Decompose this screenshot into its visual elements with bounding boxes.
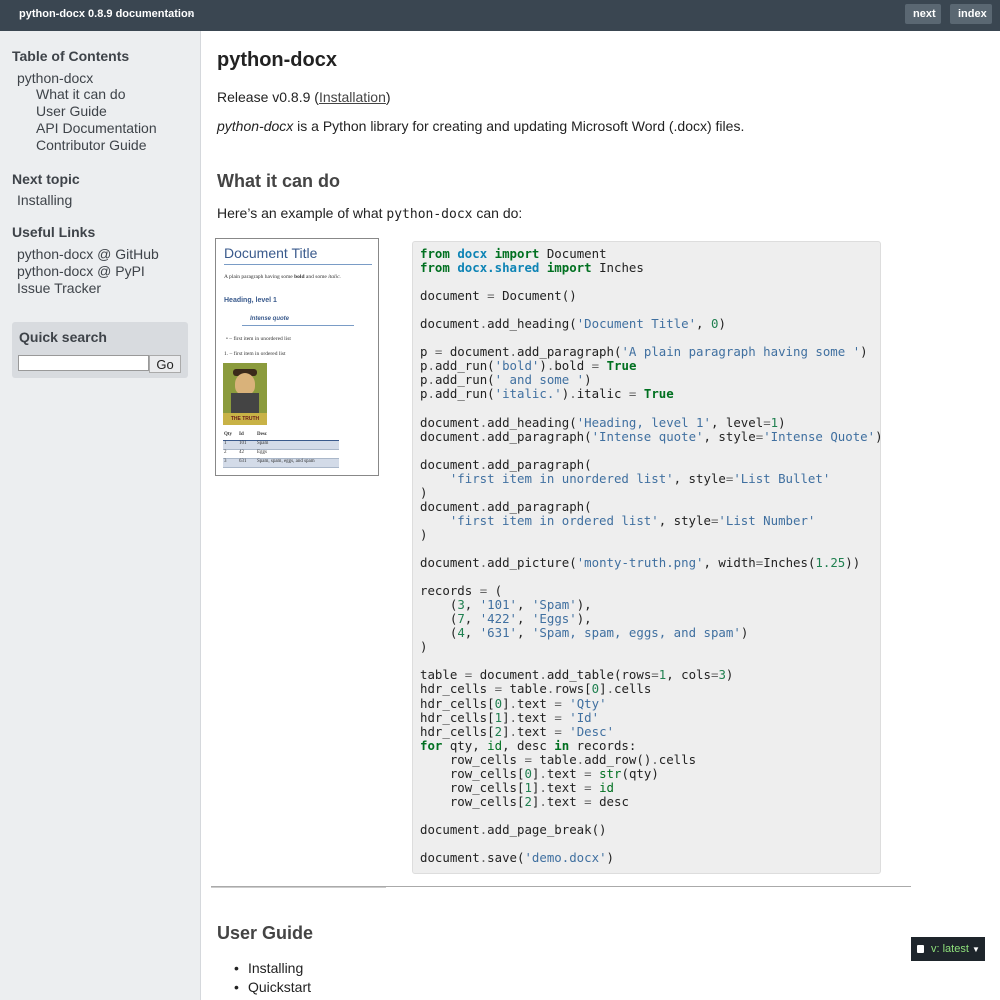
search-input[interactable] (18, 355, 149, 371)
preview-quote: Intense quote (250, 316, 290, 322)
book-icon (917, 945, 924, 953)
preview-numbered: 1. – first item in ordered list (224, 351, 286, 357)
section-divider-shadow (211, 887, 386, 888)
next-topic-link[interactable]: Installing (17, 192, 72, 208)
quick-search-heading: Quick search (19, 329, 107, 345)
docs-home-link[interactable]: python-docx 0.8.9 documentation (19, 8, 194, 20)
link-pypi[interactable]: python-docx @ PyPI (17, 263, 145, 279)
document-preview-image: Document Title A plain paragraph having … (215, 238, 379, 476)
index-button[interactable]: index (950, 4, 992, 24)
intro-emphasis: python-docx (217, 118, 294, 134)
preview-table: Qty Id Desc 1 101 Spam 2 42 Eggs 3 631 Spam, spa… (223, 432, 339, 468)
release-text: Release v0.8.9 ( (217, 89, 319, 105)
next-topic-heading: Next topic (12, 171, 80, 187)
toc-item-what-it-can-do[interactable]: What it can do (36, 86, 126, 102)
preview-heading: Heading, level 1 (224, 297, 277, 304)
top-navbar: python-docx 0.8.9 documentation » next i… (0, 0, 1000, 31)
preview-quote-rule (242, 325, 354, 326)
useful-links-heading: Useful Links (12, 224, 96, 240)
quick-search-panel: Quick search Go (12, 322, 188, 378)
installation-link[interactable]: Installation (319, 89, 386, 105)
guide-item-installing[interactable]: Installing (234, 960, 303, 976)
example-text: Here’s an example of what (217, 205, 387, 221)
release-close: ) (385, 89, 391, 105)
preview-title: Document Title (224, 245, 318, 261)
preview-paragraph: A plain paragraph having some bold and s… (224, 274, 341, 280)
link-github[interactable]: python-docx @ GitHub (17, 246, 159, 262)
monty-truth-picture: THE TRUTH (223, 363, 267, 425)
main-content: python-docx Release v0.8.9 (Installation… (201, 31, 1000, 1000)
example-paragraph: Here’s an example of what python-docx ca… (217, 205, 522, 222)
section-heading-user-guide: User Guide (217, 923, 314, 943)
preview-table-row: 2 42 Eggs (223, 450, 339, 459)
search-go-button[interactable]: Go (149, 355, 181, 373)
code-example-block: from docx import Document from docx.shar… (412, 241, 883, 874)
caret-down-icon: ▼ (971, 945, 980, 954)
toc-heading: Table of Contents (12, 48, 130, 64)
next-button[interactable]: next (905, 4, 941, 24)
code-example: from docx import Document from docx.shar… (420, 246, 883, 866)
section-heading-what-it-can-do: What it can do (217, 171, 340, 191)
preview-table-row: 3 631 Spam, spam, eggs, and spam (223, 459, 339, 468)
guide-item-quickstart[interactable]: Quickstart (234, 979, 311, 995)
sidebar: Table of Contents python-docx What it ca… (0, 31, 201, 1000)
example-code: python-docx (386, 207, 473, 222)
version-selector-badge[interactable]: v: latest ▼ (911, 937, 985, 961)
intro-text: is a Python library for creating and upd… (293, 118, 745, 134)
toc-item-user-guide[interactable]: User Guide (36, 103, 107, 119)
page-title: python-docx (217, 49, 337, 71)
breadcrumb-separator: » (188, 8, 195, 20)
toc-item-python-docx[interactable]: python-docx (17, 70, 93, 86)
toc-item-api-documentation[interactable]: API Documentation (36, 120, 157, 136)
toc-item-contributor-guide[interactable]: Contributor Guide (36, 137, 147, 153)
preview-bullet: • – first item in unordered list (226, 336, 291, 342)
intro-paragraph: python-docx is a Python library for crea… (217, 118, 744, 134)
preview-title-rule (224, 264, 372, 265)
release-line: Release v0.8.9 (Installation) (217, 89, 391, 105)
version-label: v: latest (931, 943, 969, 955)
example-suffix: can do: (472, 205, 523, 221)
preview-table-header: Qty Id Desc (223, 432, 339, 441)
preview-table-row: 1 101 Spam (223, 441, 339, 450)
link-issue-tracker[interactable]: Issue Tracker (17, 280, 101, 296)
